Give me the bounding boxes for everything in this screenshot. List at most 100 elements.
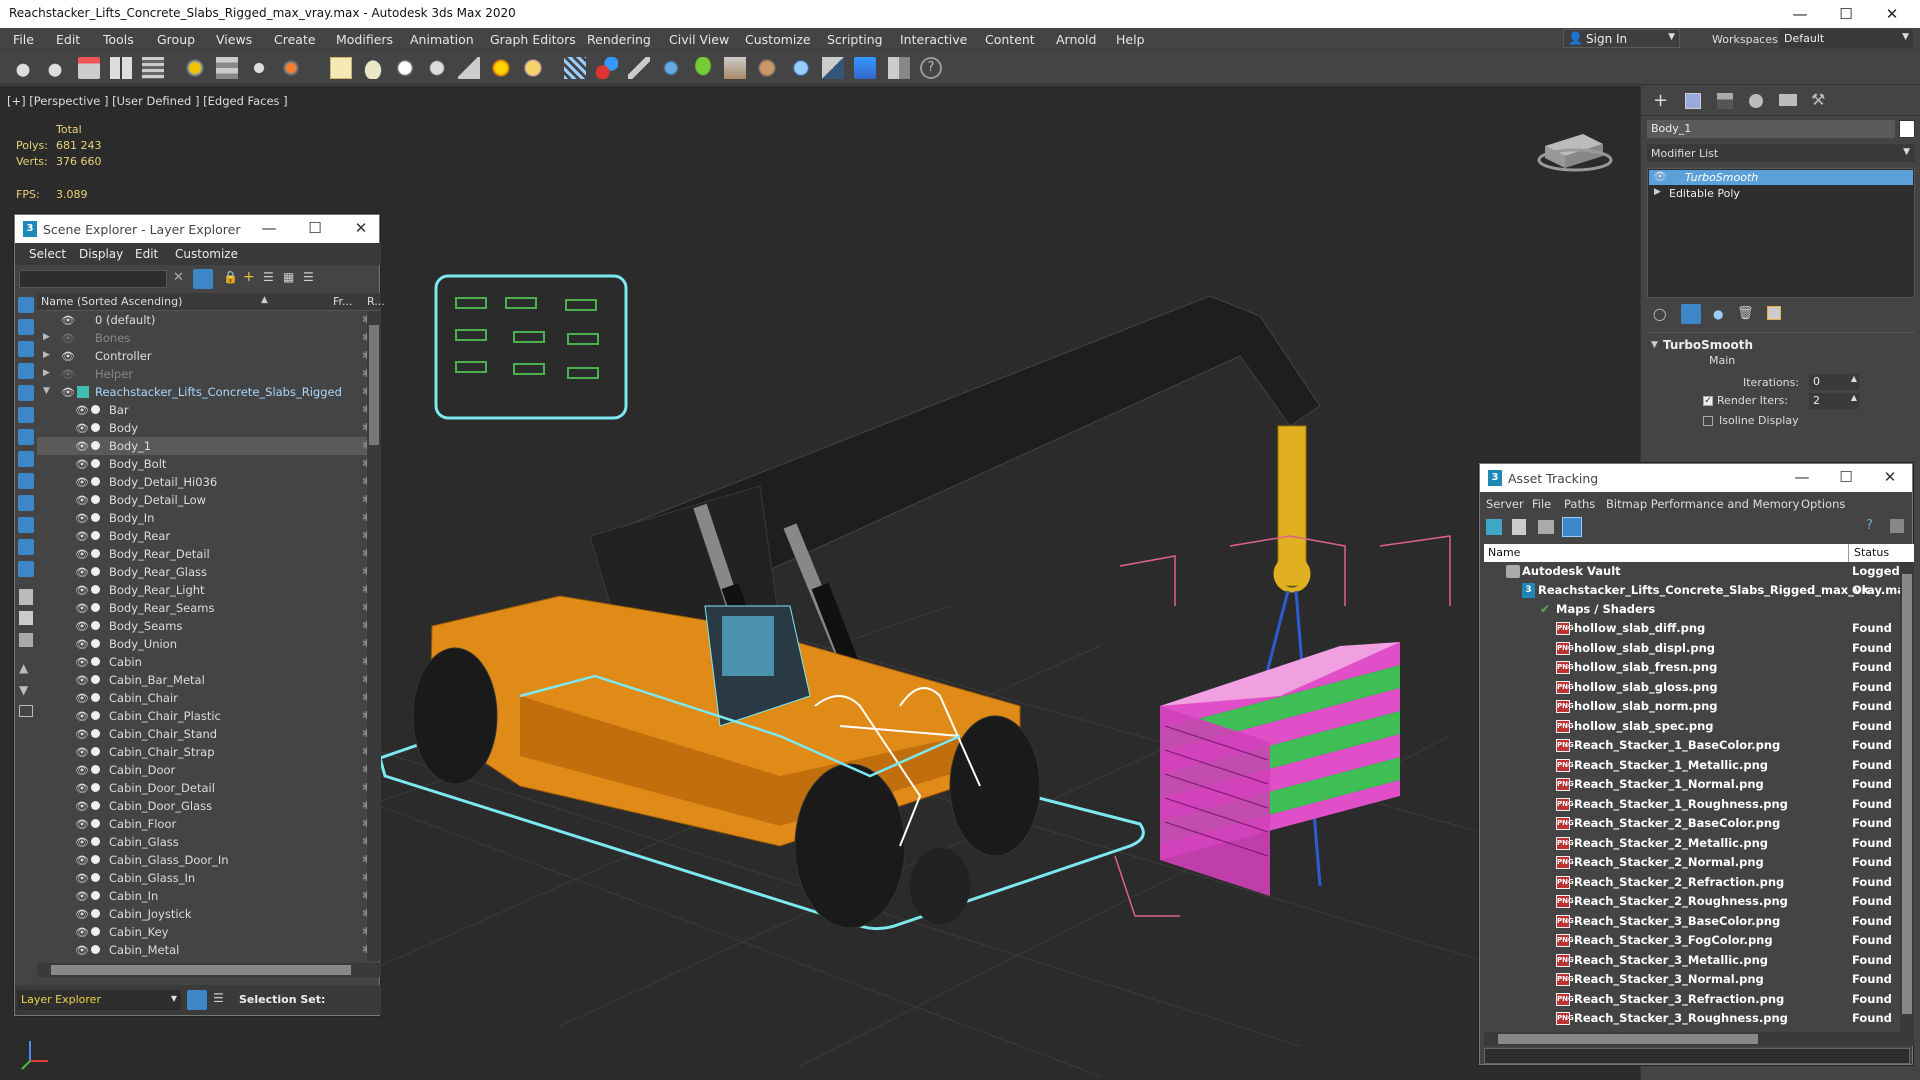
list-item[interactable]: 👁Cabin_Floor✱ bbox=[37, 815, 381, 833]
list-item[interactable]: 👁Cabin_Door_Glass✱ bbox=[37, 797, 381, 815]
iterations-spinner[interactable]: 0 ▲ bbox=[1809, 374, 1859, 390]
list-item[interactable]: 👁Cabin_Bar_Metal✱ bbox=[37, 671, 381, 689]
list-item[interactable]: 👁Body_Rear_Detail✱ bbox=[37, 545, 381, 563]
expand-triangle-icon[interactable]: ▶ bbox=[43, 332, 50, 342]
column-name[interactable]: Name (Sorted Ascending) bbox=[41, 295, 182, 308]
create-sphere-icon[interactable] bbox=[362, 57, 384, 79]
list-item[interactable]: PNG hollow_slab_displ.png Found bbox=[1484, 639, 1900, 658]
create-cone-icon[interactable] bbox=[458, 57, 480, 79]
layers-icon[interactable]: ☰ bbox=[263, 270, 274, 284]
select-link-icon[interactable] bbox=[78, 57, 100, 79]
refresh-icon[interactable] bbox=[1486, 519, 1502, 535]
create-geosphere-icon[interactable] bbox=[394, 57, 416, 79]
eye-icon[interactable]: 👁 bbox=[75, 872, 89, 885]
eye-icon[interactable]: 👁 bbox=[75, 674, 89, 687]
list-item[interactable]: 👁Cabin_Glass_Door_In✱ bbox=[37, 851, 381, 869]
cameras-filter-icon[interactable] bbox=[18, 363, 34, 379]
menu-group[interactable]: Group bbox=[157, 32, 195, 47]
explorer-mode-dropdown[interactable]: Layer Explorer ▼ bbox=[17, 990, 181, 1010]
list-item[interactable]: 👁Body_Detail_Hi036✱ bbox=[37, 473, 381, 491]
eye-icon[interactable]: 👁 bbox=[61, 314, 75, 327]
list-item[interactable]: 👁Body_In✱ bbox=[37, 509, 381, 527]
eye-icon[interactable]: 👁 bbox=[75, 890, 89, 903]
display-children-icon[interactable] bbox=[19, 589, 33, 605]
render-setup-icon[interactable] bbox=[790, 57, 812, 79]
eye-icon[interactable]: 👁 bbox=[75, 656, 89, 669]
eye-icon[interactable]: 👁 bbox=[75, 764, 89, 777]
menu-select[interactable]: Select bbox=[29, 247, 66, 261]
list-item[interactable]: 👁Cabin_Chair_Strap✱ bbox=[37, 743, 381, 761]
delete-modifier-icon[interactable]: 🗑 bbox=[1737, 306, 1754, 321]
eye-icon[interactable]: 👁 bbox=[75, 800, 89, 813]
scrollbar-thumb[interactable] bbox=[1498, 1034, 1758, 1044]
menu-interactive[interactable]: Interactive bbox=[900, 32, 967, 47]
material-editor-icon[interactable] bbox=[822, 57, 844, 79]
lights-filter-icon[interactable] bbox=[18, 341, 34, 357]
list-item[interactable]: PNG hollow_slab_diff.png Found bbox=[1484, 619, 1900, 638]
list-item[interactable]: 👁Body_Seams✱ bbox=[37, 617, 381, 635]
sort-layers-icon[interactable]: ☰ bbox=[303, 270, 314, 284]
list-item[interactable]: PNG Reach_Stacker_3_BaseColor.png Found bbox=[1484, 912, 1900, 931]
scrollbar-thumb[interactable] bbox=[369, 325, 379, 445]
list-item[interactable]: 👁Body_Bolt✱ bbox=[37, 455, 381, 473]
menu-graph-editors[interactable]: Graph Editors bbox=[490, 32, 576, 47]
make-unique-icon[interactable]: ● bbox=[1713, 307, 1723, 321]
eye-icon[interactable]: 👁 bbox=[75, 530, 89, 543]
add-layer-icon[interactable]: + bbox=[243, 269, 255, 285]
asset-path-field[interactable] bbox=[1484, 1048, 1910, 1064]
column-renderable[interactable]: R... bbox=[367, 295, 385, 308]
eye-icon[interactable]: 👁 bbox=[75, 854, 89, 867]
menu-file[interactable]: File bbox=[1532, 497, 1551, 511]
eye-icon[interactable]: 👁 bbox=[75, 422, 89, 435]
list-item[interactable]: PNG Reach_Stacker_3_Normal.png Found bbox=[1484, 970, 1900, 989]
select-filter-icon[interactable]: ▲ bbox=[19, 661, 28, 675]
list-view-icon[interactable] bbox=[1512, 519, 1526, 535]
modifier-list-dropdown[interactable]: Modifier List ▼ bbox=[1647, 144, 1915, 162]
list-item[interactable]: ▶ 👁 Bones✱ bbox=[37, 329, 381, 347]
eye-icon[interactable]: 👁 bbox=[75, 512, 89, 525]
utilities-tab-icon[interactable]: ⚒ bbox=[1811, 90, 1825, 109]
display-dependents-icon[interactable] bbox=[19, 633, 33, 647]
menu-content[interactable]: Content bbox=[985, 32, 1035, 47]
eye-icon[interactable]: 👁 bbox=[75, 548, 89, 561]
eye-icon[interactable]: 👁 bbox=[75, 404, 89, 417]
dynamics-icon[interactable] bbox=[596, 57, 618, 79]
bones-filter-icon[interactable] bbox=[18, 473, 34, 489]
eye-icon[interactable]: 👁 bbox=[75, 836, 89, 849]
eye-icon[interactable]: 👁 bbox=[61, 332, 75, 345]
modify-tab-icon[interactable] bbox=[1685, 93, 1701, 109]
menu-server[interactable]: Server bbox=[1486, 497, 1524, 511]
menu-animation[interactable]: Animation bbox=[410, 32, 474, 47]
eye-icon[interactable]: 👁 bbox=[75, 458, 89, 471]
menu-scripting[interactable]: Scripting bbox=[827, 32, 883, 47]
eye-icon[interactable]: 👁 bbox=[75, 620, 89, 633]
list-item[interactable]: 👁Body_Rear✱ bbox=[37, 527, 381, 545]
redo-icon[interactable] bbox=[44, 57, 66, 79]
select-by-name-icon[interactable] bbox=[216, 57, 238, 79]
collapse-triangle-icon[interactable]: ▼ bbox=[1651, 340, 1658, 350]
filter-icon[interactable] bbox=[193, 269, 213, 289]
spinner-arrows-icon[interactable]: ▲ bbox=[1851, 374, 1857, 383]
display-tab-icon[interactable] bbox=[1779, 94, 1797, 106]
list-item[interactable]: 👁Body_Detail_Low✱ bbox=[37, 491, 381, 509]
eye-icon[interactable]: 👁 bbox=[75, 728, 89, 741]
spinner-arrows-icon[interactable]: ▲ bbox=[1851, 393, 1857, 402]
menu-rendering[interactable]: Rendering bbox=[587, 32, 651, 47]
hierarchy-tab-icon[interactable] bbox=[1717, 93, 1733, 109]
layers-icon[interactable] bbox=[888, 57, 910, 79]
containers-filter-icon[interactable] bbox=[18, 495, 34, 511]
eye-icon[interactable]: 👁 bbox=[75, 584, 89, 597]
list-item[interactable]: PNG Reach_Stacker_3_FogColor.png Found bbox=[1484, 931, 1900, 950]
layers-icon[interactable] bbox=[187, 990, 207, 1010]
menu-bitmap-performance[interactable]: Bitmap Performance and Memory bbox=[1606, 497, 1799, 511]
eye-icon[interactable]: 👁 bbox=[61, 350, 75, 363]
hidden-filter-icon[interactable] bbox=[18, 561, 34, 577]
column-name[interactable]: Name bbox=[1488, 546, 1520, 559]
eye-icon[interactable]: 👁 bbox=[75, 746, 89, 759]
list-item[interactable]: 3 Reachstacker_Lifts_Concrete_Slabs_Rigg… bbox=[1484, 581, 1900, 600]
pin-stack-icon[interactable]: ◯ bbox=[1653, 307, 1666, 321]
list-item[interactable]: PNG Reach_Stacker_1_Metallic.png Found bbox=[1484, 756, 1900, 775]
list-item[interactable]: PNG Reach_Stacker_2_Refraction.png Found bbox=[1484, 873, 1900, 892]
render-iters-checkbox[interactable]: ✓ bbox=[1703, 396, 1713, 406]
select-object-icon[interactable] bbox=[184, 57, 206, 79]
